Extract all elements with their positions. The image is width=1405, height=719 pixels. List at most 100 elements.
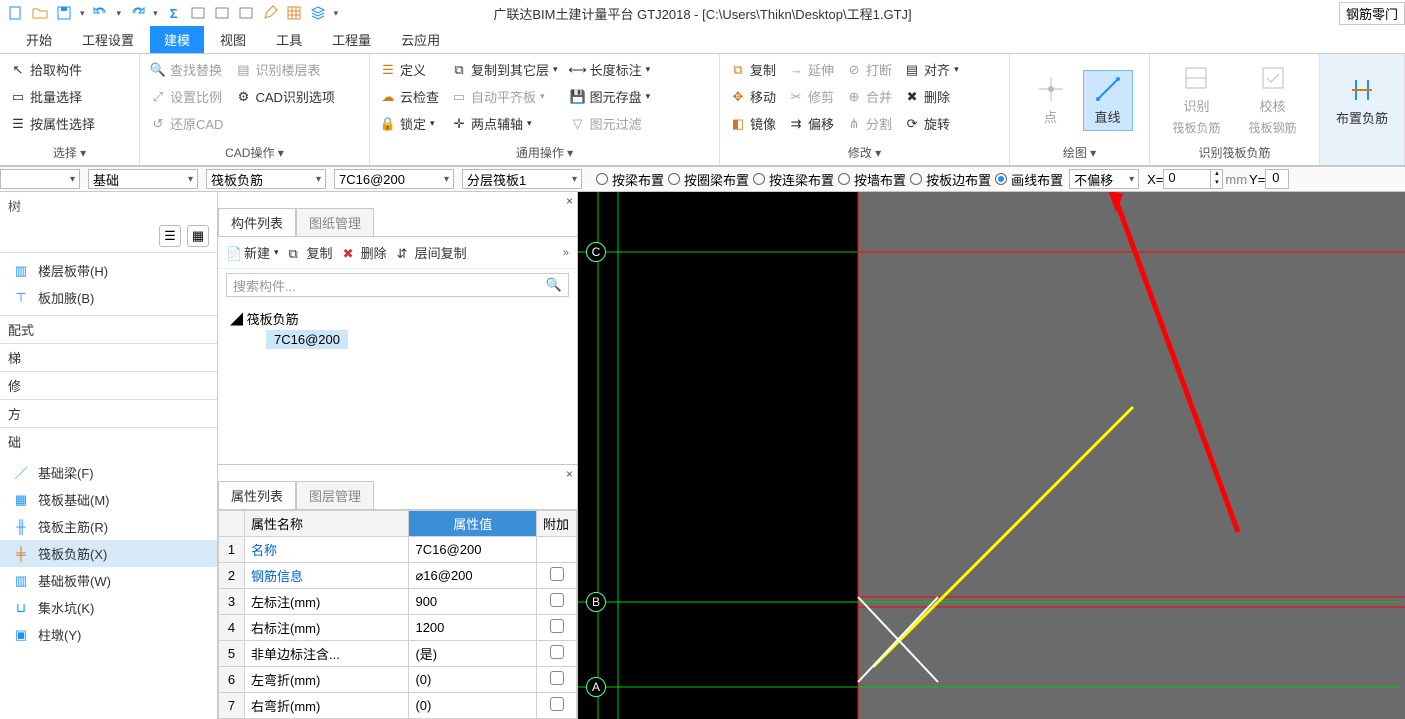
checkbox[interactable]: [550, 697, 564, 711]
group-label-cad[interactable]: CAD操作 ▾: [140, 142, 369, 165]
break[interactable]: ⊘打断: [842, 58, 896, 81]
tab-layer-mgmt[interactable]: 图层管理: [296, 481, 374, 509]
table-row[interactable]: 4右标注(mm)1200: [219, 615, 577, 641]
stub-4[interactable]: 方: [0, 399, 217, 427]
col-value[interactable]: 属性值: [409, 511, 537, 537]
tab-cloud[interactable]: 云应用: [387, 26, 454, 53]
col-extra[interactable]: 附加: [537, 511, 577, 537]
group-label-draw[interactable]: 绘图 ▾: [1010, 142, 1149, 165]
table-row[interactable]: 2钢筋信息⌀16@200: [219, 563, 577, 589]
layers-icon[interactable]: [310, 5, 326, 21]
draw-point[interactable]: 点: [1027, 71, 1075, 130]
length-annotation[interactable]: ⟷长度标注 ▾: [566, 58, 655, 81]
offset-select[interactable]: 不偏移▾: [1069, 169, 1139, 189]
raft-foundation[interactable]: ▦筏板基础(M): [0, 486, 217, 513]
tree-group[interactable]: ◢ 筏板负筋: [230, 307, 565, 330]
tool-icon[interactable]: [214, 5, 230, 21]
trim[interactable]: ✂修剪: [784, 85, 838, 108]
radio-by-ring-beam[interactable]: [668, 173, 680, 185]
y-input[interactable]: 0: [1265, 169, 1289, 189]
align[interactable]: ▤对齐 ▾: [900, 58, 963, 81]
grid-view-icon[interactable]: ▦: [187, 225, 209, 247]
checkbox[interactable]: [550, 567, 564, 581]
dropdown-icon[interactable]: ▾: [117, 8, 122, 19]
draw-line[interactable]: 直线: [1083, 70, 1133, 131]
floor-strip[interactable]: ▥楼层板带(H): [0, 257, 217, 284]
mirror[interactable]: ◧镜像: [726, 112, 780, 135]
new-button[interactable]: 📄新建 ▾: [226, 243, 279, 262]
tab-project-settings[interactable]: 工程设置: [68, 26, 148, 53]
copy-button[interactable]: ⧉复制: [289, 243, 333, 262]
sel-layer[interactable]: 分层筏板1▾: [462, 169, 582, 189]
delete-button[interactable]: ✖删除: [343, 243, 387, 262]
radio-by-coupling-beam[interactable]: [753, 173, 765, 185]
sump[interactable]: ⊔集水坑(K): [0, 594, 217, 621]
tab-component-list[interactable]: 构件列表: [218, 208, 296, 236]
radio-draw-line[interactable]: [995, 173, 1007, 185]
tab-property-list[interactable]: 属性列表: [218, 481, 296, 509]
tree-component[interactable]: 7C16@200: [266, 330, 348, 349]
radio-by-wall[interactable]: [838, 173, 850, 185]
restore-cad[interactable]: ↺还原CAD: [146, 112, 227, 135]
sigma-icon[interactable]: Σ: [166, 5, 182, 21]
copy[interactable]: ⧉复制: [726, 58, 780, 81]
dropdown-icon[interactable]: ▾: [80, 8, 85, 19]
tab-quantity[interactable]: 工程量: [318, 26, 385, 53]
group-label-select[interactable]: 选择 ▾: [0, 142, 139, 165]
more-icon[interactable]: »: [563, 247, 569, 259]
place-neg-rebar[interactable]: 布置负筋: [1326, 72, 1398, 131]
offset[interactable]: ⇉偏移: [784, 112, 838, 135]
group-label-common[interactable]: 通用操作 ▾: [370, 142, 719, 165]
split[interactable]: ⋔分割: [842, 112, 896, 135]
move[interactable]: ✥移动: [726, 85, 780, 108]
save-element[interactable]: 💾图元存盘 ▾: [566, 85, 655, 108]
set-scale[interactable]: ⤢设置比例: [146, 85, 227, 108]
undo-icon[interactable]: [93, 5, 109, 21]
find-replace[interactable]: 🔍查找替换: [146, 58, 227, 81]
slab-haunch[interactable]: ⊤板加腋(B): [0, 284, 217, 311]
tool-icon[interactable]: [238, 5, 254, 21]
stub-5[interactable]: 础: [0, 427, 217, 455]
checkbox[interactable]: [550, 671, 564, 685]
grid-icon[interactable]: [286, 5, 302, 21]
edit-icon[interactable]: [262, 5, 278, 21]
batch-select[interactable]: ▭批量选择: [6, 85, 99, 108]
delete[interactable]: ✖删除: [900, 85, 963, 108]
stub-2[interactable]: 梯: [0, 343, 217, 371]
tab-drawing-mgmt[interactable]: 图纸管理: [296, 208, 374, 236]
check-rebar[interactable]: 校核 筏板钢筋: [1239, 60, 1307, 140]
checkbox[interactable]: [550, 593, 564, 607]
search-input[interactable]: 搜索构件... 🔍: [226, 273, 569, 297]
copy-to-other-floor[interactable]: ⧉复制到其它层 ▾: [447, 58, 562, 81]
sel-type[interactable]: 筏板负筋▾: [206, 169, 326, 189]
x-input[interactable]: 0▴▾: [1163, 169, 1223, 189]
table-row[interactable]: 1名称7C16@200: [219, 537, 577, 563]
cloud-check[interactable]: ☁云检查: [376, 85, 443, 108]
table-row[interactable]: 7右弯折(mm)(0): [219, 693, 577, 719]
stub-3[interactable]: 修: [0, 371, 217, 399]
dropdown-icon[interactable]: ▾: [153, 8, 158, 19]
tab-modeling[interactable]: 建模: [150, 26, 204, 53]
rotate[interactable]: ⟳旋转: [900, 112, 963, 135]
tab-view[interactable]: 视图: [206, 26, 260, 53]
radio-by-slab-edge[interactable]: [910, 173, 922, 185]
stub-1[interactable]: 配式: [0, 316, 217, 343]
tool-icon[interactable]: [190, 5, 206, 21]
tab-start[interactable]: 开始: [12, 26, 66, 53]
two-point-axis[interactable]: ✛两点辅轴 ▾: [447, 112, 562, 135]
group-label-edit[interactable]: 修改 ▾: [720, 142, 1009, 165]
tab-tools[interactable]: 工具: [262, 26, 316, 53]
raft-neg-rebar[interactable]: ╪筏板负筋(X): [0, 540, 217, 567]
copy-between-floors[interactable]: ⇵层间复制: [397, 243, 467, 262]
viewport[interactable]: C B A: [578, 192, 1405, 719]
right-edge-box[interactable]: 钢筋零门: [1339, 2, 1405, 25]
table-row[interactable]: 6左弯折(mm)(0): [219, 667, 577, 693]
define[interactable]: ☰定义: [376, 58, 443, 81]
column-pier[interactable]: ▣柱墩(Y): [0, 621, 217, 648]
extend[interactable]: →延伸: [784, 58, 838, 81]
list-view-icon[interactable]: ☰: [159, 225, 181, 247]
element-filter[interactable]: ▽图元过滤: [566, 112, 655, 135]
radio-by-beam[interactable]: [596, 173, 608, 185]
save-icon[interactable]: [56, 5, 72, 21]
checkbox[interactable]: [550, 645, 564, 659]
